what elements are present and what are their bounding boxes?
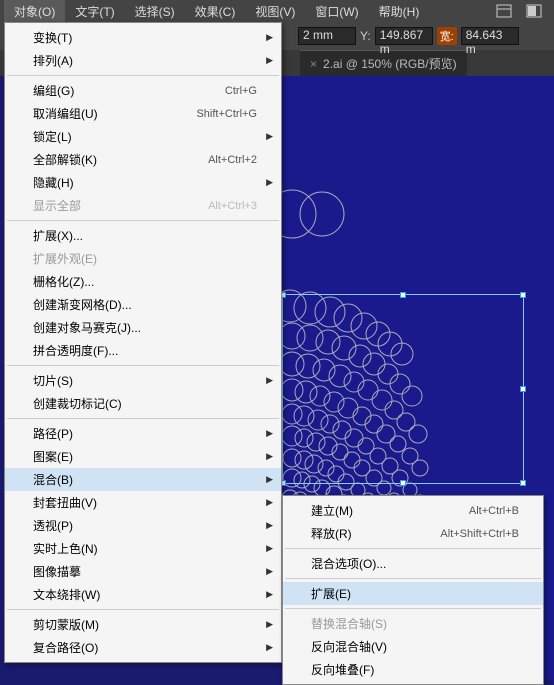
separator — [7, 220, 279, 221]
arrow-icon: ▶ — [266, 428, 273, 439]
handle-s[interactable] — [400, 480, 406, 486]
menu-text-wrap[interactable]: 文本绕排(W)▶ — [5, 583, 281, 606]
arrow-icon: ▶ — [266, 131, 273, 142]
tab-title: 2.ai @ 150% (RGB/预览) — [323, 55, 457, 72]
menu-clipping-mask[interactable]: 剪切蒙版(M)▶ — [5, 613, 281, 636]
menubar: 对象(O) 文字(T) 选择(S) 效果(C) 视图(V) 窗口(W) 帮助(H… — [0, 0, 554, 22]
selection-box[interactable] — [282, 294, 524, 484]
menu-view[interactable]: 视图(V) — [245, 0, 305, 23]
arrow-icon: ▶ — [266, 619, 273, 630]
submenu-expand[interactable]: 扩展(E) — [283, 582, 543, 605]
menu-expand-appearance: 扩展外观(E) — [5, 247, 281, 270]
arrow-icon: ▶ — [266, 55, 273, 66]
arrow-icon: ▶ — [266, 520, 273, 531]
arrow-icon: ▶ — [266, 543, 273, 554]
arrow-icon: ▶ — [266, 375, 273, 386]
hotkey: Shift+Ctrl+G — [196, 108, 257, 120]
layout-icon[interactable] — [496, 4, 512, 18]
menu-pattern[interactable]: 图案(E)▶ — [5, 445, 281, 468]
menu-ungroup[interactable]: 取消编组(U)Shift+Ctrl+G — [5, 102, 281, 125]
menu-blend[interactable]: 混合(B)▶ — [5, 468, 281, 491]
arrow-icon: ▶ — [266, 589, 273, 600]
arrow-icon: ▶ — [266, 177, 273, 188]
hotkey: Alt+Ctrl+2 — [208, 154, 257, 166]
handle-nw[interactable] — [282, 292, 286, 298]
menu-expand[interactable]: 扩展(X)... — [5, 224, 281, 247]
menu-trim-marks[interactable]: 创建裁切标记(C) — [5, 392, 281, 415]
separator — [7, 365, 279, 366]
handle-e[interactable] — [520, 386, 526, 392]
arrow-icon: ▶ — [266, 642, 273, 653]
separator — [7, 418, 279, 419]
menu-help[interactable]: 帮助(H) — [369, 0, 430, 23]
arrow-icon: ▶ — [266, 474, 273, 485]
menubar-icons — [496, 4, 550, 18]
x-field[interactable]: 2 mm — [298, 27, 356, 45]
submenu-replace-spine: 替换混合轴(S) — [283, 612, 543, 635]
handle-n[interactable] — [400, 292, 406, 298]
menu-group[interactable]: 编组(G)Ctrl+G — [5, 79, 281, 102]
handle-ne[interactable] — [520, 292, 526, 298]
handle-sw[interactable] — [282, 480, 286, 486]
menu-object-mosaic[interactable]: 创建对象马赛克(J)... — [5, 316, 281, 339]
menu-object[interactable]: 对象(O) — [4, 0, 65, 23]
submenu-reverse-spine[interactable]: 反向混合轴(V) — [283, 635, 543, 658]
hotkey: Alt+Ctrl+B — [469, 505, 519, 517]
separator — [285, 578, 541, 579]
menu-slice[interactable]: 切片(S)▶ — [5, 369, 281, 392]
menu-effect[interactable]: 效果(C) — [185, 0, 246, 23]
menu-perspective[interactable]: 透视(P)▶ — [5, 514, 281, 537]
arrow-icon: ▶ — [266, 497, 273, 508]
separator — [7, 609, 279, 610]
arrow-icon: ▶ — [266, 32, 273, 43]
menu-select[interactable]: 选择(S) — [125, 0, 185, 23]
menu-type[interactable]: 文字(T) — [65, 0, 124, 23]
menu-window[interactable]: 窗口(W) — [305, 0, 368, 23]
submenu-make[interactable]: 建立(M)Alt+Ctrl+B — [283, 499, 543, 522]
blend-submenu: 建立(M)Alt+Ctrl+B 释放(R)Alt+Shift+Ctrl+B 混合… — [282, 495, 544, 685]
arrow-icon: ▶ — [266, 451, 273, 462]
separator — [285, 608, 541, 609]
menu-envelope[interactable]: 封套扭曲(V)▶ — [5, 491, 281, 514]
menu-gradient-mesh[interactable]: 创建渐变网格(D)... — [5, 293, 281, 316]
menu-live-paint[interactable]: 实时上色(N)▶ — [5, 537, 281, 560]
menu-arrange[interactable]: 排列(A)▶ — [5, 49, 281, 72]
submenu-blend-options[interactable]: 混合选项(O)... — [283, 552, 543, 575]
menu-path[interactable]: 路径(P)▶ — [5, 422, 281, 445]
object-menu-dropdown: 变换(T)▶ 排列(A)▶ 编组(G)Ctrl+G 取消编组(U)Shift+C… — [4, 22, 282, 663]
hotkey: Ctrl+G — [225, 85, 257, 97]
menu-lock[interactable]: 锁定(L)▶ — [5, 125, 281, 148]
w-label: 宽: — [437, 27, 457, 45]
y-label: Y: — [360, 29, 371, 43]
separator — [7, 75, 279, 76]
w-field[interactable]: 84.643 m — [461, 27, 519, 45]
menu-transform[interactable]: 变换(T)▶ — [5, 26, 281, 49]
menu-image-trace[interactable]: 图像描摹▶ — [5, 560, 281, 583]
menu-flatten-transparency[interactable]: 拼合透明度(F)... — [5, 339, 281, 362]
menu-unlock-all[interactable]: 全部解锁(K)Alt+Ctrl+2 — [5, 148, 281, 171]
arrow-icon: ▶ — [266, 566, 273, 577]
panel-icon[interactable] — [526, 4, 542, 18]
separator — [285, 548, 541, 549]
y-field[interactable]: 149.867 m — [375, 27, 433, 45]
menu-hide[interactable]: 隐藏(H)▶ — [5, 171, 281, 194]
handle-se[interactable] — [520, 480, 526, 486]
submenu-reverse-stack[interactable]: 反向堆叠(F) — [283, 658, 543, 681]
submenu-release[interactable]: 释放(R)Alt+Shift+Ctrl+B — [283, 522, 543, 545]
hotkey: Alt+Shift+Ctrl+B — [440, 528, 519, 540]
close-icon[interactable]: × — [310, 57, 317, 71]
menu-compound-path[interactable]: 复合路径(O)▶ — [5, 636, 281, 659]
hotkey: Alt+Ctrl+3 — [208, 200, 257, 212]
menu-show-all: 显示全部Alt+Ctrl+3 — [5, 194, 281, 217]
menu-rasterize[interactable]: 栅格化(Z)... — [5, 270, 281, 293]
